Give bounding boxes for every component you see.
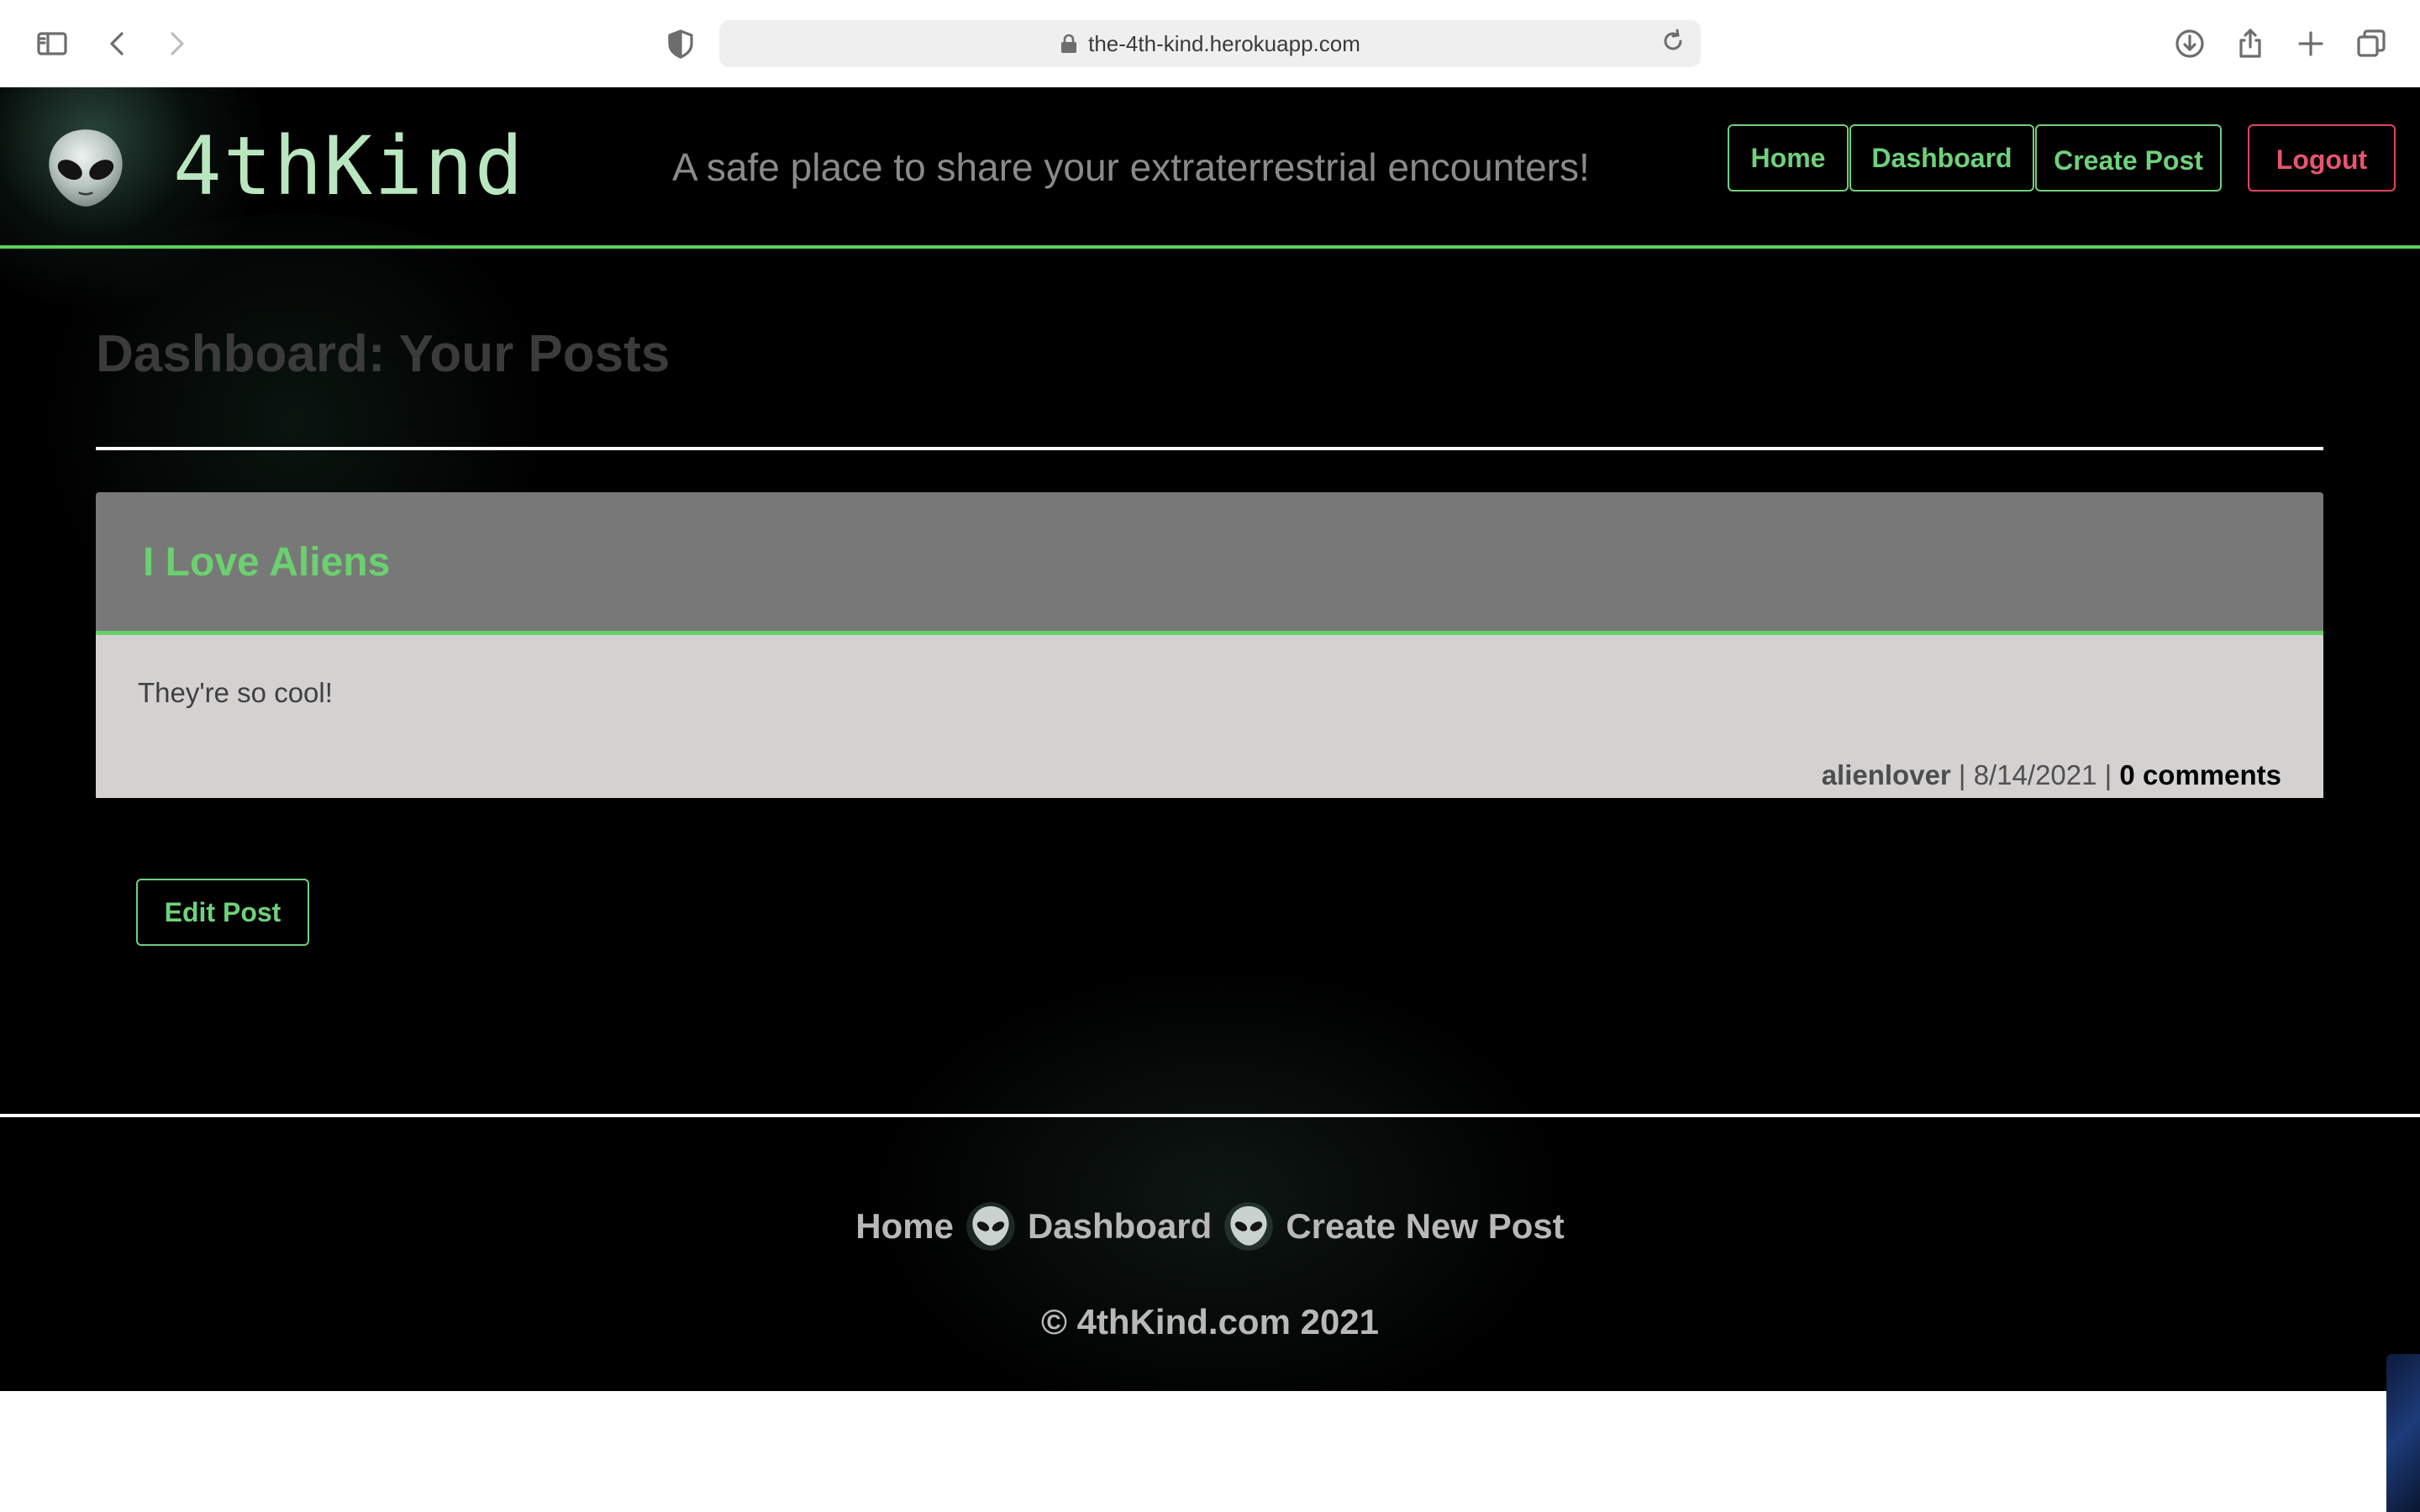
nav-dashboard-button[interactable]: Dashboard xyxy=(1849,124,2034,192)
site-logo-text[interactable]: 4thKind xyxy=(173,119,525,213)
footer-divider xyxy=(0,1114,2420,1117)
site-header: 4thKind A safe place to share your extra… xyxy=(0,87,2420,249)
copyright-text: © 4thKind.com 2021 xyxy=(1040,1302,1380,1341)
url-text: the-4th-kind.herokuapp.com xyxy=(1088,30,1360,56)
forward-icon[interactable] xyxy=(156,24,197,64)
nav-home-button[interactable]: Home xyxy=(1728,124,1849,192)
site-tagline: A safe place to share your extraterrestr… xyxy=(672,145,1590,189)
page-title: Dashboard: Your Posts xyxy=(96,325,671,383)
reload-icon[interactable] xyxy=(1660,29,1691,59)
share-icon[interactable] xyxy=(2230,24,2270,64)
meta-separator: | xyxy=(1950,759,1974,790)
alien-logo-icon[interactable] xyxy=(42,124,129,212)
post-title[interactable]: I Love Aliens xyxy=(143,539,390,585)
tab-overview-icon[interactable] xyxy=(2351,24,2391,64)
new-tab-icon[interactable] xyxy=(2291,24,2331,64)
footer-dashboard-link[interactable]: Dashboard xyxy=(1028,1206,1212,1247)
edit-post-button[interactable]: Edit Post xyxy=(136,879,309,946)
post-body: They're so cool! alienlover | 8/14/2021 … xyxy=(96,635,2323,798)
sidebar-icon[interactable] xyxy=(32,24,72,64)
post-header: I Love Aliens xyxy=(96,492,2323,635)
logout-button[interactable]: Logout xyxy=(2248,124,2396,192)
back-icon[interactable] xyxy=(97,24,138,64)
footer-nav: Home Dashboard Create New Post xyxy=(0,1201,2420,1252)
download-icon[interactable] xyxy=(2170,24,2210,64)
window-thumbnail xyxy=(2386,1354,2420,1512)
page-blank-area xyxy=(0,1391,2420,1512)
privacy-shield-icon[interactable] xyxy=(660,24,701,64)
meta-separator: | xyxy=(2096,759,2120,790)
address-bar[interactable]: the-4th-kind.herokuapp.com xyxy=(719,20,1701,67)
nav-create-post-button[interactable]: Create Post xyxy=(2035,124,2222,192)
post-meta: alienlover | 8/14/2021 | 0 comments xyxy=(1822,759,2281,791)
post-date: 8/14/2021 xyxy=(1973,759,2097,790)
footer-create-post-link[interactable]: Create New Post xyxy=(1286,1206,1564,1247)
browser-toolbar: the-4th-kind.herokuapp.com xyxy=(0,0,2420,87)
alien-icon xyxy=(966,1202,1015,1251)
alien-icon xyxy=(1224,1202,1274,1251)
post-author: alienlover xyxy=(1821,759,1951,790)
post-content: They're so cool! xyxy=(138,677,333,708)
footer-home-link[interactable]: Home xyxy=(855,1206,954,1247)
site-page: 4thKind A safe place to share your extra… xyxy=(0,87,2420,1391)
title-divider xyxy=(96,447,2323,450)
lock-icon xyxy=(1061,34,1077,53)
post-comments-link[interactable]: 0 comments xyxy=(2119,759,2281,790)
post-card[interactable]: I Love Aliens They're so cool! alienlove… xyxy=(96,492,2323,798)
